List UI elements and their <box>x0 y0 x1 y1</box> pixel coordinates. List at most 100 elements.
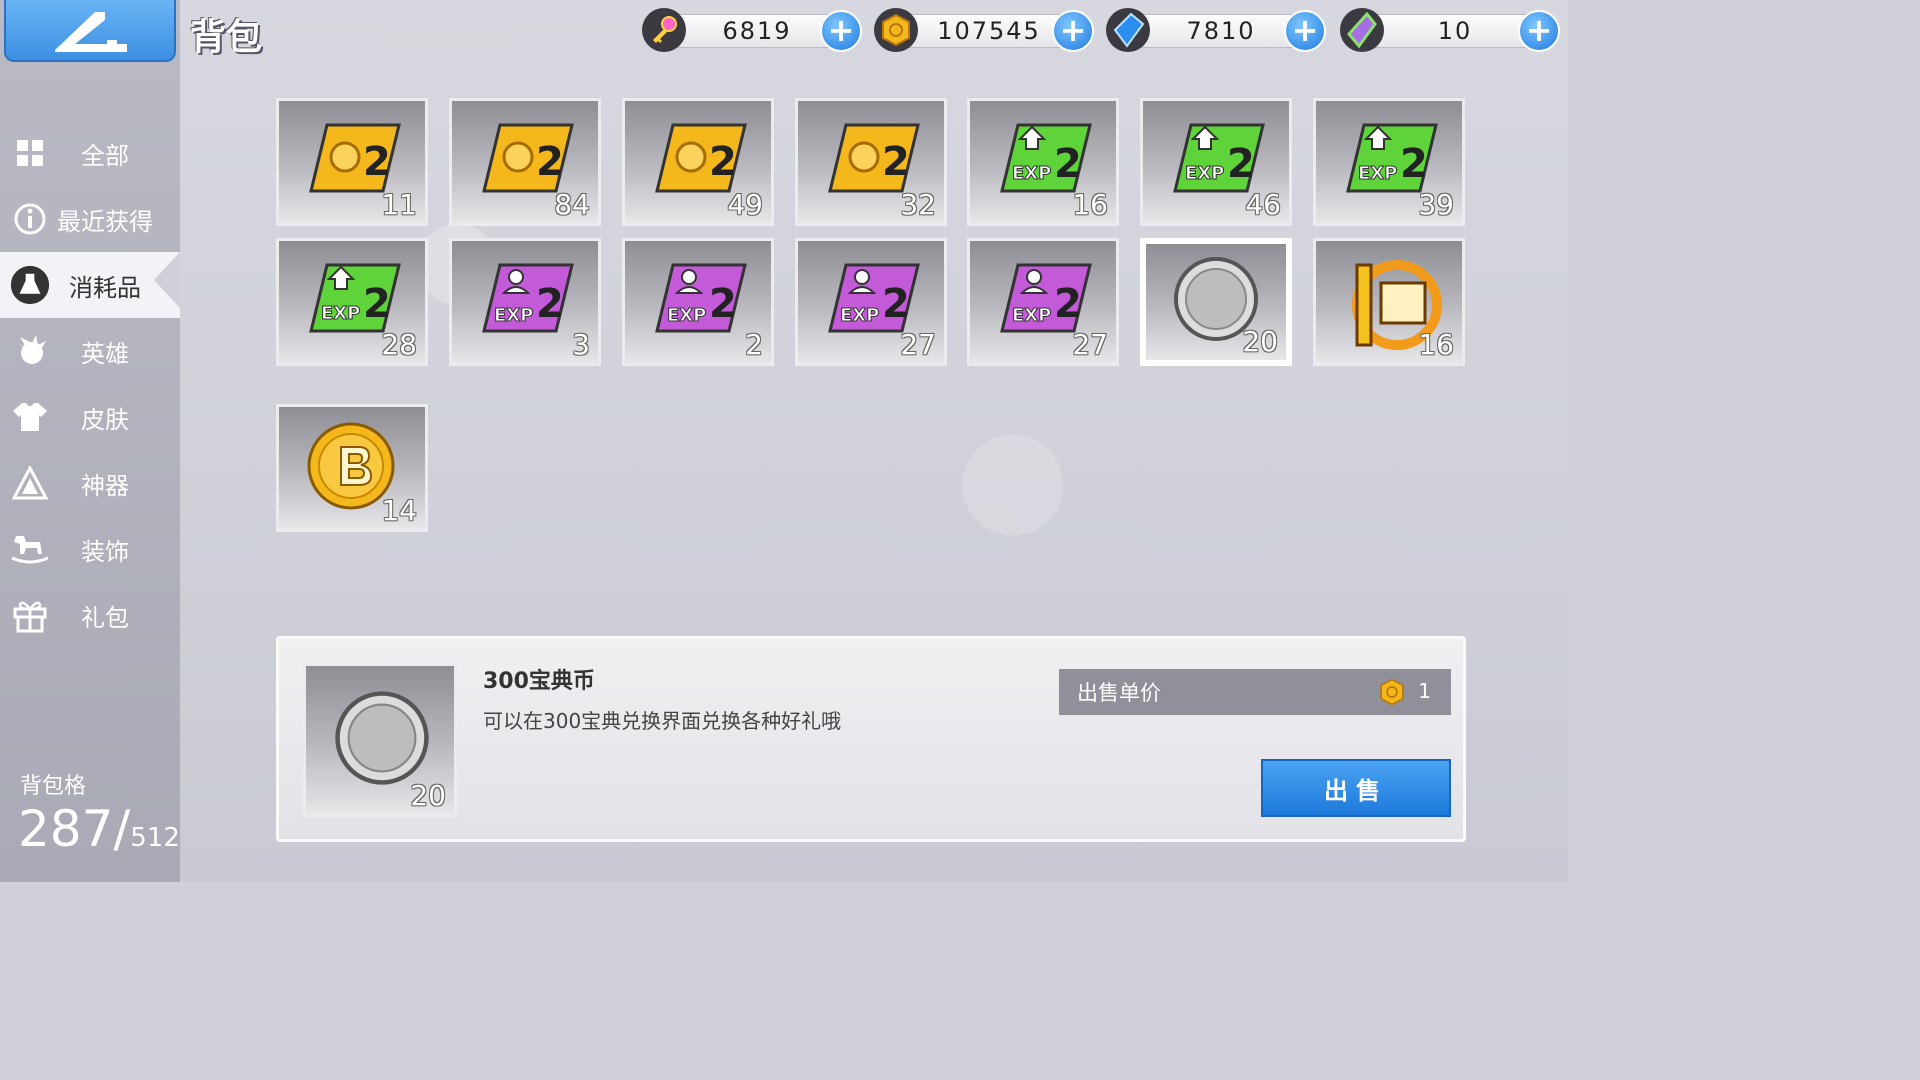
svg-text:2: 2 <box>1400 141 1428 187</box>
inventory-slot-anniversary-badge[interactable]: 16 <box>1313 238 1465 366</box>
currency-gems: 10 + <box>1340 8 1560 52</box>
svg-text:2: 2 <box>882 139 910 185</box>
hero-exp-x2-purple-card-icon: EXP 2 <box>655 263 747 333</box>
item-count: 27 <box>900 328 936 361</box>
sell-button-label: 出售 <box>1324 776 1388 805</box>
item-count: 16 <box>1072 188 1108 221</box>
sidebar-item-skins[interactable]: 皮肤 <box>0 384 180 450</box>
detail-item-slot: 20 <box>303 663 457 817</box>
svg-text:2: 2 <box>1054 141 1082 187</box>
svg-text:2: 2 <box>536 139 564 185</box>
svg-text:2: 2 <box>709 281 737 327</box>
item-count: 46 <box>1245 188 1281 221</box>
item-count: 49 <box>727 188 763 221</box>
item-count: 20 <box>410 779 446 812</box>
sidebar-item-all[interactable]: 全部 <box>0 120 180 186</box>
item-count: 20 <box>1242 325 1278 358</box>
add-gems-button[interactable]: + <box>1518 10 1560 52</box>
add-crystals-button[interactable]: + <box>1284 10 1326 52</box>
svg-text:2: 2 <box>1227 141 1255 187</box>
sell-button[interactable]: 出售 <box>1261 759 1451 817</box>
hero-exp-x2-purple-card-icon: EXP 2 <box>482 263 574 333</box>
sidebar-item-heroes[interactable]: 英雄 <box>0 318 180 384</box>
sidebar-item-label: 最近获得 <box>57 207 153 236</box>
item-count: 3 <box>572 328 590 361</box>
info-icon <box>10 199 50 239</box>
gift-icon <box>10 595 50 635</box>
inventory-slot-gold-x2[interactable]: 2 32 <box>795 98 947 226</box>
inventory-slot-gold-x2[interactable]: 2 49 <box>622 98 774 226</box>
capacity-value: 287/512 <box>18 800 180 858</box>
inventory-slot-hero-exp-x2-purple[interactable]: EXP 2 2 <box>622 238 774 366</box>
category-menu: 全部 最近获得 消耗品 英雄 皮肤 神器 装饰 礼包 <box>0 120 180 648</box>
inventory-slot-silver-coin-selected[interactable]: 20 <box>1140 238 1292 366</box>
svg-text:EXP: EXP <box>1185 163 1224 184</box>
currency-gold: 107545 + <box>874 8 1094 52</box>
sidebar-item-label: 礼包 <box>81 603 129 632</box>
inventory-slot-hero-exp-x2-purple[interactable]: EXP 2 3 <box>449 238 601 366</box>
sell-price-label: 出售单价 <box>1077 681 1161 705</box>
shirt-icon <box>10 397 50 437</box>
inventory-slot-gold-x2[interactable]: 2 11 <box>276 98 428 226</box>
grid-icon <box>10 133 50 173</box>
svg-text:2: 2 <box>1054 281 1082 327</box>
sell-price-value: 1 <box>1418 679 1431 703</box>
add-gold-button[interactable]: + <box>1052 10 1094 52</box>
inventory-slot-hero-exp-x2-purple[interactable]: EXP 2 27 <box>795 238 947 366</box>
currency-crystals: 7810 + <box>1106 8 1326 52</box>
item-count: 32 <box>900 188 936 221</box>
currency-keys: 6819 + <box>642 8 862 52</box>
svg-text:EXP: EXP <box>1012 163 1051 184</box>
sidebar-item-label: 消耗品 <box>69 273 141 302</box>
sidebar-item-label: 全部 <box>81 141 129 170</box>
item-count: 16 <box>1418 328 1454 361</box>
inventory-slot-gold-x2[interactable]: 2 84 <box>449 98 601 226</box>
blue-crystal-icon <box>1106 8 1150 52</box>
silver-coin-icon <box>335 691 429 785</box>
inventory-slot-exp-x2-green[interactable]: EXP 2 46 <box>1140 98 1292 226</box>
svg-text:2: 2 <box>709 139 737 185</box>
page-title: 背包 <box>190 17 263 58</box>
sidebar-item-consumables[interactable]: 消耗品 <box>0 252 180 318</box>
hero-icon <box>10 331 50 371</box>
back-button[interactable] <box>4 0 176 62</box>
inventory-slot-exp-x2-green[interactable]: EXP 2 28 <box>276 238 428 366</box>
sell-price-bar: 出售单价 1 <box>1059 669 1451 715</box>
capacity-used: 287/ <box>18 800 131 858</box>
item-count: 28 <box>381 328 417 361</box>
item-count: 2 <box>745 328 763 361</box>
svg-text:2: 2 <box>882 281 910 327</box>
item-name: 300宝典币 <box>483 669 595 694</box>
sidebar-item-decorations[interactable]: 装饰 <box>0 516 180 582</box>
inventory-slot-exp-x2-green[interactable]: EXP 2 16 <box>967 98 1119 226</box>
svg-text:2: 2 <box>363 281 391 327</box>
svg-text:EXP: EXP <box>321 303 360 324</box>
rocking-horse-icon <box>10 529 50 569</box>
inventory-slot-hero-exp-x2-purple[interactable]: EXP 2 27 <box>967 238 1119 366</box>
gold-coin-icon <box>1377 676 1407 713</box>
sidebar-item-recent[interactable]: 最近获得 <box>0 186 180 252</box>
sidebar-item-gift-packs[interactable]: 礼包 <box>0 582 180 648</box>
inventory-slot-exp-x2-green[interactable]: EXP 2 39 <box>1313 98 1465 226</box>
item-count: 84 <box>554 188 590 221</box>
svg-text:EXP: EXP <box>1358 163 1397 184</box>
item-count: 39 <box>1418 188 1454 221</box>
sidebar-item-label: 皮肤 <box>81 405 129 434</box>
item-count: 14 <box>381 494 417 527</box>
gold-coin-icon <box>874 8 918 52</box>
capacity-max: 512 <box>130 823 180 853</box>
back-arrow-icon <box>55 12 127 52</box>
rainbow-gem-icon <box>1340 8 1384 52</box>
svg-text:2: 2 <box>536 281 564 327</box>
svg-text:EXP: EXP <box>667 305 706 326</box>
add-keys-button[interactable]: + <box>820 10 862 52</box>
svg-text:2: 2 <box>363 139 391 185</box>
sidebar-item-label: 英雄 <box>81 339 129 368</box>
sidebar-item-label: 装饰 <box>81 537 129 566</box>
item-detail-panel: 20 300宝典币 可以在300宝典兑换界面兑换各种好礼哦 出售单价 1 出售 <box>276 636 1466 842</box>
artifact-icon <box>10 463 50 503</box>
sidebar-item-artifacts[interactable]: 神器 <box>0 450 180 516</box>
item-count: 27 <box>1072 328 1108 361</box>
sidebar-item-label: 神器 <box>81 471 129 500</box>
inventory-slot-gold-coin[interactable]: 14 <box>276 404 428 532</box>
